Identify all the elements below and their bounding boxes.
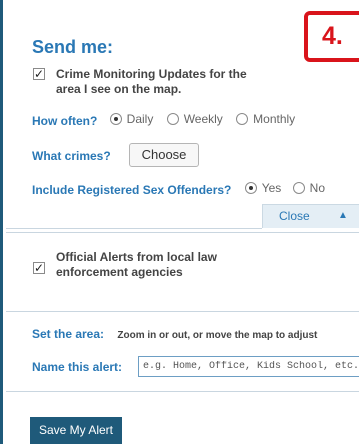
radio-no[interactable]: No [292, 181, 325, 195]
radio-weekly[interactable]: Weekly [166, 112, 223, 126]
sex-offenders-label: Include Registered Sex Offenders? [32, 183, 232, 197]
divider [6, 311, 359, 312]
official-alerts-checkbox[interactable]: ✓ [33, 262, 45, 274]
caret-up-icon: ▲ [338, 210, 348, 221]
choose-crimes-button[interactable]: Choose [129, 143, 199, 167]
section-title: Send me: [32, 37, 114, 57]
how-often-row: How often? Daily Weekly Monthly [32, 112, 295, 128]
radio-monthly[interactable]: Monthly [236, 112, 295, 126]
set-area-label: Set the area: [32, 327, 105, 341]
crime-updates-label-line1: Crime Monitoring Updates for the [56, 67, 247, 81]
crime-updates-label: Crime Monitoring Updates for the area I … [56, 67, 247, 97]
radio-no-label: No [309, 181, 325, 195]
checkmark-icon: ✓ [34, 261, 45, 275]
divider [6, 232, 359, 233]
what-crimes-label: What crimes? [32, 149, 111, 163]
crime-updates-label-line2: area I see on the map. [56, 82, 182, 96]
name-alert-label: Name this alert: [32, 360, 123, 374]
close-button[interactable]: Close ▲ [262, 204, 359, 228]
official-alerts-label: Official Alerts from local law enforceme… [56, 250, 217, 280]
radio-monthly-indicator[interactable] [236, 113, 249, 125]
crime-updates-checkbox[interactable]: ✓ [33, 68, 45, 80]
alert-panel: 4. Send me: ✓ Crime Monitoring Updates f… [0, 0, 359, 444]
checkmark-icon: ✓ [34, 67, 45, 81]
what-crimes-row: What crimes? [32, 149, 111, 163]
close-label: Close [279, 209, 310, 223]
sex-offenders-row: Include Registered Sex Offenders? Yes No [32, 181, 325, 197]
radio-yes[interactable]: Yes [244, 181, 282, 195]
radio-weekly-label: Weekly [183, 112, 223, 126]
set-area-help: Zoom in or out, or move the map to adjus… [117, 330, 318, 341]
radio-yes-indicator[interactable] [244, 182, 257, 194]
step-badge: 4. [304, 11, 359, 62]
divider [6, 391, 359, 392]
set-area-row: Set the area: Zoom in or out, or move th… [32, 327, 317, 341]
radio-monthly-label: Monthly [253, 112, 296, 126]
radio-daily-indicator[interactable] [109, 113, 122, 125]
radio-daily[interactable]: Daily [109, 112, 154, 126]
save-alert-button[interactable]: Save My Alert [30, 417, 122, 444]
name-alert-row: Name this alert: [32, 360, 122, 374]
radio-no-indicator[interactable] [292, 182, 305, 194]
radio-yes-label: Yes [261, 181, 282, 195]
alert-name-input[interactable] [138, 356, 359, 377]
divider [6, 228, 262, 229]
radio-weekly-indicator[interactable] [166, 113, 179, 125]
radio-daily-label: Daily [126, 112, 154, 126]
official-alerts-label-line1: Official Alerts from local law [56, 250, 217, 264]
how-often-label: How often? [32, 114, 98, 128]
official-alerts-label-line2: enforcement agencies [56, 265, 183, 279]
